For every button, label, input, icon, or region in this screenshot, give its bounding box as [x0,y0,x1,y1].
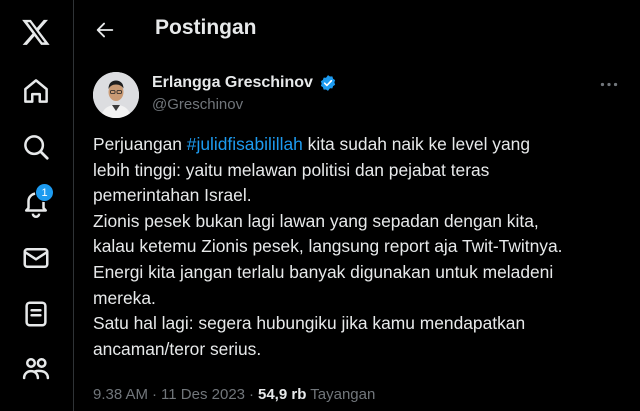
post-text: Perjuangan #julidfisabilillah kita sudah… [93,132,633,362]
post-date[interactable]: 11 Des 2023 [161,386,245,403]
post-line: mereka. [93,287,156,308]
more-options-icon[interactable] [598,76,620,92]
lists-icon[interactable] [20,298,52,330]
post-line: pemerintahan Israel. [93,185,252,206]
post-metadata: 9.38 AM · 11 Des 2023 · 54,9 rb Tayangan [93,386,376,403]
notifications-bell-icon[interactable]: 1 [20,183,54,219]
author-handle[interactable]: @Greschinov [152,96,243,113]
verified-badge-icon [320,75,336,91]
post-line: Zionis pesek bukan lagi lawan yang sepad… [93,210,539,231]
messages-envelope-icon[interactable] [20,242,52,274]
author-name-text: Erlangga Greschinov [152,74,313,91]
post-line: ancaman/teror serius. [93,338,262,359]
post-line: Energi kita jangan terlalu banyak diguna… [93,261,554,282]
author-name[interactable]: Erlangga Greschinov [152,74,337,92]
post-detail-column: Postingan Erlangga Greschinov @Greschino… [75,0,640,411]
author-avatar[interactable] [93,72,139,118]
explore-search-icon[interactable] [20,131,52,163]
post-line: Satu hal lagi: segera hubungiku jika kam… [93,313,526,334]
sidebar: 1 [0,0,74,411]
back-arrow-icon[interactable] [93,18,117,42]
x-logo-icon[interactable] [20,16,52,48]
views-count: 54,9 rb [258,386,307,403]
post-line: kalau ketemu Zionis pesek, langsung repo… [93,236,563,257]
home-icon[interactable] [20,75,52,107]
page-title: Postingan [155,16,257,39]
notification-count-badge: 1 [35,183,54,202]
hashtag-link[interactable]: #julidfisabilillah [187,134,303,154]
post-line: lebih tinggi: yaitu melawan politisi dan… [93,159,490,180]
views-label: Tayangan [310,386,376,403]
communities-icon[interactable] [20,352,52,384]
post-line: Perjuangan #julidfisabilillah kita sudah… [93,134,530,154]
post-time[interactable]: 9.38 AM [93,386,148,403]
